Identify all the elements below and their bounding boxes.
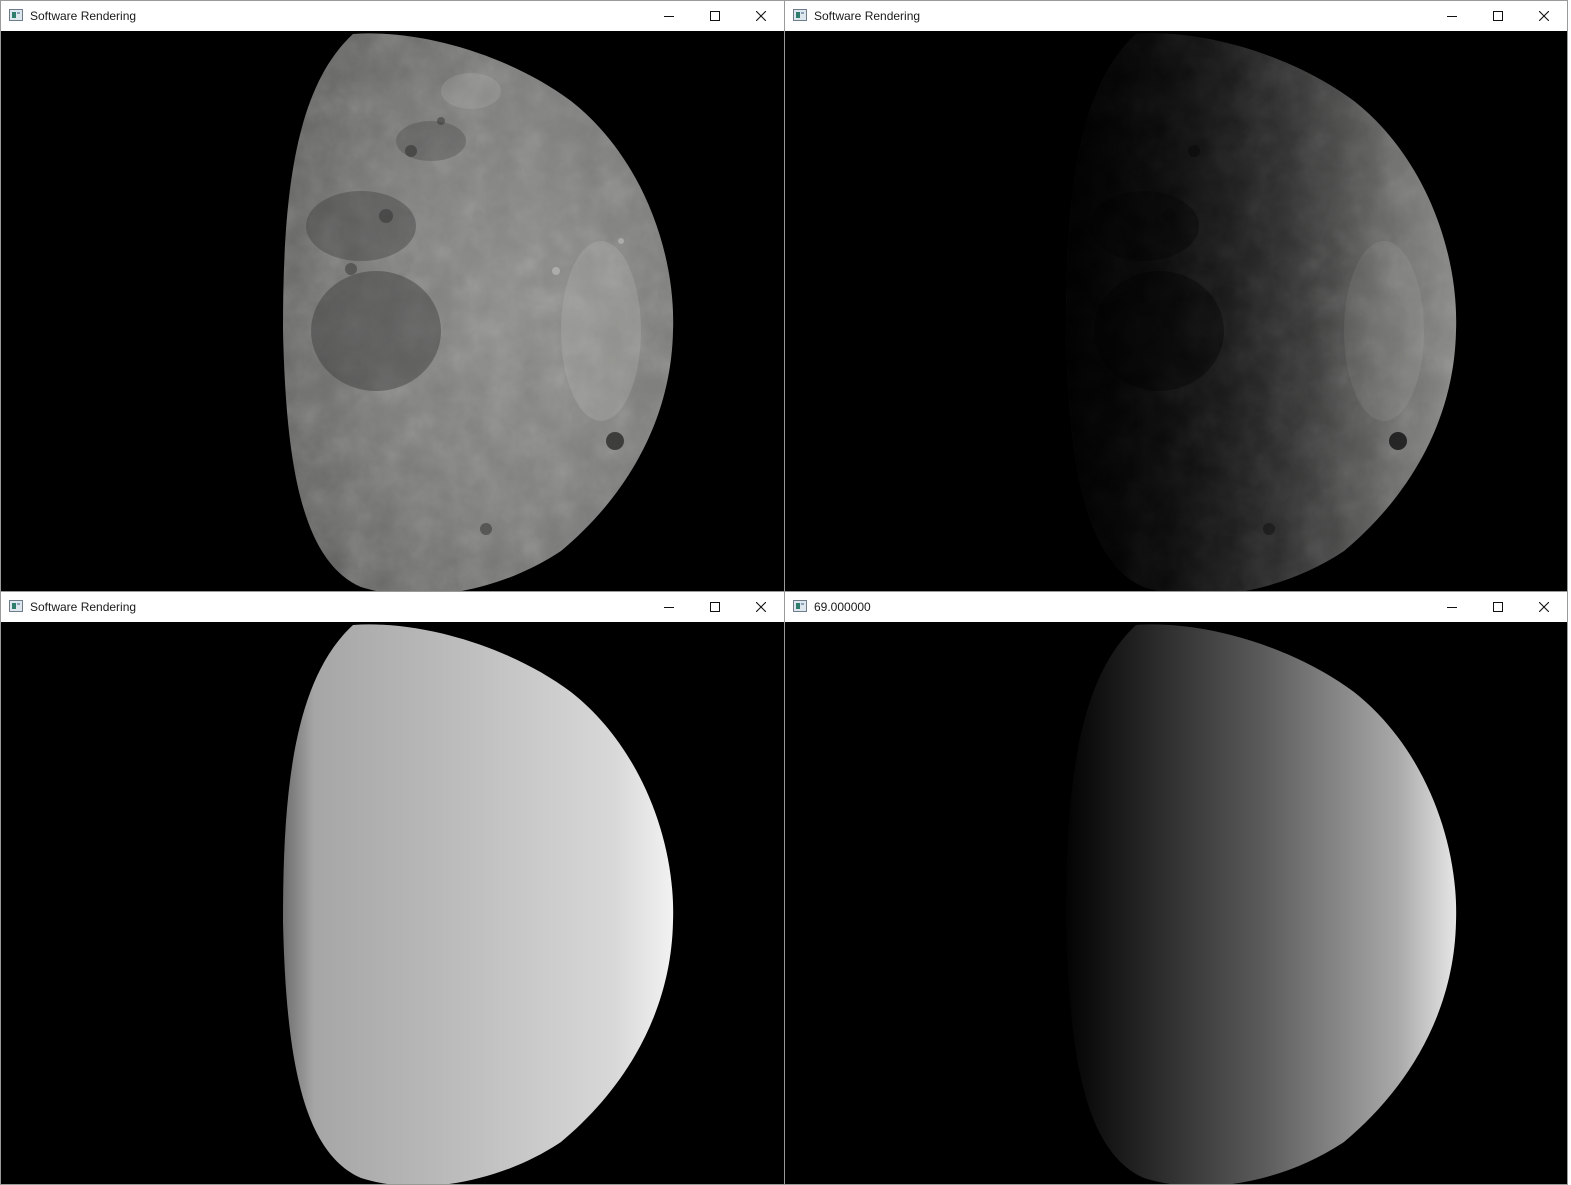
window-bottom-left[interactable]: Software Rendering: [0, 591, 785, 1185]
window-bottom-right[interactable]: 69.000000: [784, 591, 1568, 1185]
window-title: Software Rendering: [814, 9, 921, 23]
minimize-button[interactable]: [1429, 1, 1475, 31]
minimize-icon: [664, 16, 674, 17]
close-icon: [756, 11, 766, 21]
window-title: Software Rendering: [30, 9, 137, 23]
maximize-button[interactable]: [692, 592, 738, 622]
maximize-icon: [710, 602, 720, 612]
moon-render: [283, 33, 674, 591]
maximize-icon: [1493, 11, 1503, 21]
title-bar[interactable]: Software Rendering: [1, 592, 784, 622]
minimize-button[interactable]: [646, 592, 692, 622]
window-title: Software Rendering: [30, 600, 137, 614]
app-icon[interactable]: [793, 9, 807, 21]
window-top-left[interactable]: Software Rendering: [0, 0, 785, 592]
minimize-icon: [1447, 607, 1457, 608]
sphere-disc: [283, 624, 674, 1184]
maximize-icon: [710, 11, 720, 21]
app-icon[interactable]: [9, 600, 23, 612]
window-top-right[interactable]: Software Rendering: [784, 0, 1568, 592]
render-viewport[interactable]: [785, 622, 1567, 1184]
close-icon: [1539, 602, 1549, 612]
close-icon: [1539, 11, 1549, 21]
maximize-button[interactable]: [1475, 1, 1521, 31]
sphere-disc: [1066, 624, 1457, 1184]
maximize-button[interactable]: [1475, 592, 1521, 622]
minimize-button[interactable]: [646, 1, 692, 31]
window-title: 69.000000: [814, 600, 871, 614]
render-viewport[interactable]: [785, 31, 1567, 591]
sphere-render-bright: [283, 624, 674, 1184]
app-icon[interactable]: [9, 9, 23, 21]
minimize-icon: [1447, 16, 1457, 17]
maximize-button[interactable]: [692, 1, 738, 31]
close-icon: [756, 602, 766, 612]
sphere-render-dark: [1066, 624, 1457, 1184]
render-viewport[interactable]: [1, 622, 784, 1184]
title-bar[interactable]: Software Rendering: [785, 1, 1567, 31]
minimize-button[interactable]: [1429, 592, 1475, 622]
render-viewport[interactable]: [1, 31, 784, 591]
title-bar[interactable]: 69.000000: [785, 592, 1567, 622]
close-button[interactable]: [1521, 592, 1567, 622]
close-button[interactable]: [738, 1, 784, 31]
maximize-icon: [1493, 602, 1503, 612]
close-button[interactable]: [738, 592, 784, 622]
app-icon[interactable]: [793, 600, 807, 612]
close-button[interactable]: [1521, 1, 1567, 31]
minimize-icon: [664, 607, 674, 608]
moon-render-shaded: [1066, 33, 1457, 591]
title-bar[interactable]: Software Rendering: [1, 1, 784, 31]
